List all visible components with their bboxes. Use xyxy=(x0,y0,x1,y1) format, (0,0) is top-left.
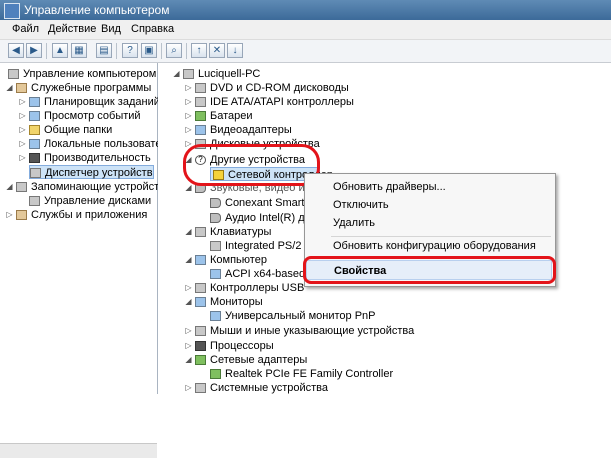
toolbar-separator xyxy=(186,43,187,59)
expand-icon[interactable]: ▷ xyxy=(18,123,27,137)
menu-item-update-drivers[interactable]: Обновить драйверы... xyxy=(305,177,553,197)
menu-bar: Файл Действие Вид Справка xyxy=(0,20,611,40)
users-icon xyxy=(29,139,40,149)
expand-icon[interactable]: ▷ xyxy=(184,81,193,95)
expand-icon[interactable]: ▷ xyxy=(18,137,27,151)
toolbar-separator xyxy=(46,43,47,59)
folder-icon xyxy=(29,125,40,135)
toolbar-separator xyxy=(161,43,162,59)
computer-icon xyxy=(8,69,19,79)
red-highlight-rectangle xyxy=(303,256,556,284)
expand-icon[interactable]: ▷ xyxy=(184,123,193,137)
up-folder-icon[interactable]: ▲ xyxy=(52,43,68,58)
console-tree[interactable]: Управление компьютером (л ◢ Служебные пр… xyxy=(0,63,170,458)
expand-icon[interactable]: ▷ xyxy=(184,324,193,338)
uninstall-icon[interactable]: ✕ xyxy=(209,43,225,58)
tools-icon xyxy=(16,83,27,93)
device-manager-icon xyxy=(30,168,41,178)
storage-icon xyxy=(16,182,27,192)
collapse-icon[interactable]: ◢ xyxy=(5,81,14,95)
usb-icon xyxy=(195,283,206,293)
menu-file[interactable]: Файл xyxy=(12,23,39,35)
speaker-icon xyxy=(210,198,221,208)
tree-item-device-manager[interactable]: Диспетчер устройств xyxy=(29,165,154,179)
keyboard-icon xyxy=(195,227,206,237)
computer-icon xyxy=(195,255,206,265)
keyboard-icon xyxy=(210,241,221,251)
clock-icon xyxy=(29,97,40,107)
help-icon[interactable]: ? xyxy=(122,43,138,58)
scan-hardware-icon[interactable]: ⌕ xyxy=(166,43,182,58)
mouse-icon xyxy=(195,326,206,336)
update-driver-icon[interactable]: ↑ xyxy=(191,43,207,58)
expand-icon[interactable]: ▷ xyxy=(5,208,14,222)
speaker-icon xyxy=(210,213,221,223)
services-icon xyxy=(16,210,27,220)
network-adapter-icon xyxy=(210,369,221,379)
network-adapter-icon xyxy=(195,355,206,365)
expand-icon[interactable]: ▷ xyxy=(184,109,193,123)
display-adapter-icon xyxy=(195,125,206,135)
expand-icon[interactable]: ▷ xyxy=(18,95,27,109)
properties-icon[interactable]: ▤ xyxy=(96,43,112,58)
window-title: Управление компьютером xyxy=(24,3,170,17)
monitor-icon xyxy=(195,297,206,307)
console-tree-icon[interactable]: ▦ xyxy=(71,43,87,58)
expand-icon[interactable]: ▷ xyxy=(184,381,193,395)
toolbar-separator xyxy=(116,43,117,59)
menu-item-disable[interactable]: Отключить xyxy=(305,195,553,215)
horizontal-scrollbar[interactable] xyxy=(0,443,157,458)
expand-icon[interactable]: ▷ xyxy=(18,151,27,165)
ide-controller-icon xyxy=(195,97,206,107)
computer-management-icon xyxy=(4,3,20,19)
disk-icon xyxy=(29,196,40,206)
collapse-icon[interactable]: ◢ xyxy=(184,225,193,239)
processor-icon xyxy=(195,341,206,351)
red-highlight-oval xyxy=(183,144,320,186)
collapse-icon[interactable]: ◢ xyxy=(5,180,14,194)
collapse-icon[interactable]: ◢ xyxy=(184,353,193,367)
menu-view[interactable]: Вид xyxy=(101,23,121,35)
forward-arrow-icon[interactable]: ▶ xyxy=(26,43,42,58)
dvd-drive-icon xyxy=(195,83,206,93)
collapse-icon[interactable]: ◢ xyxy=(172,67,181,81)
show-hide-icon[interactable]: ▣ xyxy=(141,43,157,58)
system-device-icon xyxy=(195,383,206,393)
battery-icon xyxy=(195,111,206,121)
menu-item-scan-hardware[interactable]: Обновить конфигурацию оборудования xyxy=(305,236,553,256)
back-arrow-icon[interactable]: ◀ xyxy=(8,43,24,58)
computer-icon xyxy=(210,269,221,279)
collapse-icon[interactable]: ◢ xyxy=(184,253,193,267)
title-bar[interactable]: Управление компьютером xyxy=(0,0,611,20)
collapse-icon[interactable]: ◢ xyxy=(184,295,193,309)
menu-action[interactable]: Действие xyxy=(48,23,96,35)
expand-icon[interactable]: ▷ xyxy=(184,95,193,109)
menu-item-delete[interactable]: Удалить xyxy=(305,213,553,233)
expand-icon[interactable]: ▷ xyxy=(184,281,193,295)
menu-help[interactable]: Справка xyxy=(131,23,174,35)
performance-icon xyxy=(29,153,40,163)
expand-icon[interactable]: ▷ xyxy=(18,109,27,123)
monitor-icon xyxy=(210,311,221,321)
computer-icon xyxy=(183,69,194,79)
disable-device-icon[interactable]: ↓ xyxy=(227,43,243,58)
expand-icon[interactable]: ▷ xyxy=(184,339,193,353)
toolbar: ◀ ▶ ▲ ▦ ▤ ? ▣ ⌕ ↑ ✕ ↓ xyxy=(0,40,611,63)
event-viewer-icon xyxy=(29,111,40,121)
